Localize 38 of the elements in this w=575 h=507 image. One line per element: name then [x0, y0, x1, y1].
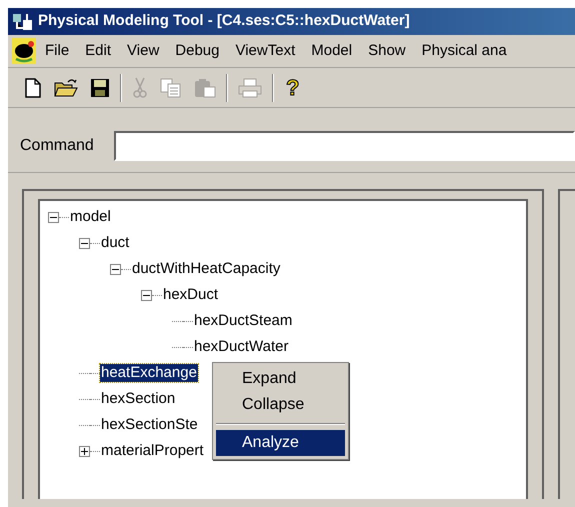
tree-item[interactable]: hexDuctSteam	[193, 312, 294, 330]
collapse-toggle[interactable]	[110, 264, 121, 274]
collapse-toggle[interactable]	[48, 212, 59, 222]
tree-item[interactable]: hexDuct	[162, 286, 220, 304]
collapse-toggle[interactable]	[141, 290, 152, 300]
menu-item[interactable]: Edit	[78, 40, 118, 62]
context-menu-item[interactable]: Collapse	[216, 392, 345, 418]
new-document-icon	[24, 78, 42, 98]
plus-icon	[81, 448, 88, 454]
tree-item[interactable]: heatExchange	[100, 364, 198, 382]
menu-item[interactable]: ViewText	[228, 40, 302, 62]
command-field[interactable]	[114, 131, 575, 161]
collapse-toggle[interactable]	[79, 238, 90, 248]
window-title: Physical Modeling Tool - [C4.ses:C5::hexDuctWater]	[38, 11, 410, 32]
copy-icon	[160, 78, 182, 98]
printer-icon	[238, 78, 262, 98]
menu-item[interactable]: Model	[304, 40, 360, 62]
tree-item[interactable]: hexSectionSte	[100, 416, 199, 434]
tree-item[interactable]: materialPropert	[100, 442, 205, 460]
app-logo-icon[interactable]	[12, 38, 36, 64]
tree-item[interactable]: duct	[100, 234, 130, 252]
context-menu-item[interactable]: Expand	[216, 366, 345, 392]
menu-item[interactable]: Show	[361, 40, 413, 62]
context-menu-item[interactable]: Analyze	[216, 430, 345, 456]
scissors-icon	[132, 76, 148, 98]
tree-item[interactable]: ductWithHeatCapacity	[131, 260, 282, 278]
command-label: Command	[20, 136, 94, 156]
menu-item[interactable]: Debug	[168, 40, 226, 62]
folder-icon	[54, 78, 78, 98]
menu-item[interactable]: View	[120, 40, 166, 62]
clipboard-icon	[194, 78, 216, 98]
app-icon	[12, 12, 34, 32]
tree-item[interactable]: model	[69, 208, 112, 226]
menu-item[interactable]: Physical ana	[414, 40, 514, 62]
tree-item[interactable]: hexDuctWater	[193, 338, 290, 356]
tree-item[interactable]: hexSection	[100, 390, 176, 408]
menu-item[interactable]: File	[38, 40, 76, 62]
expand-toggle[interactable]	[79, 446, 90, 456]
